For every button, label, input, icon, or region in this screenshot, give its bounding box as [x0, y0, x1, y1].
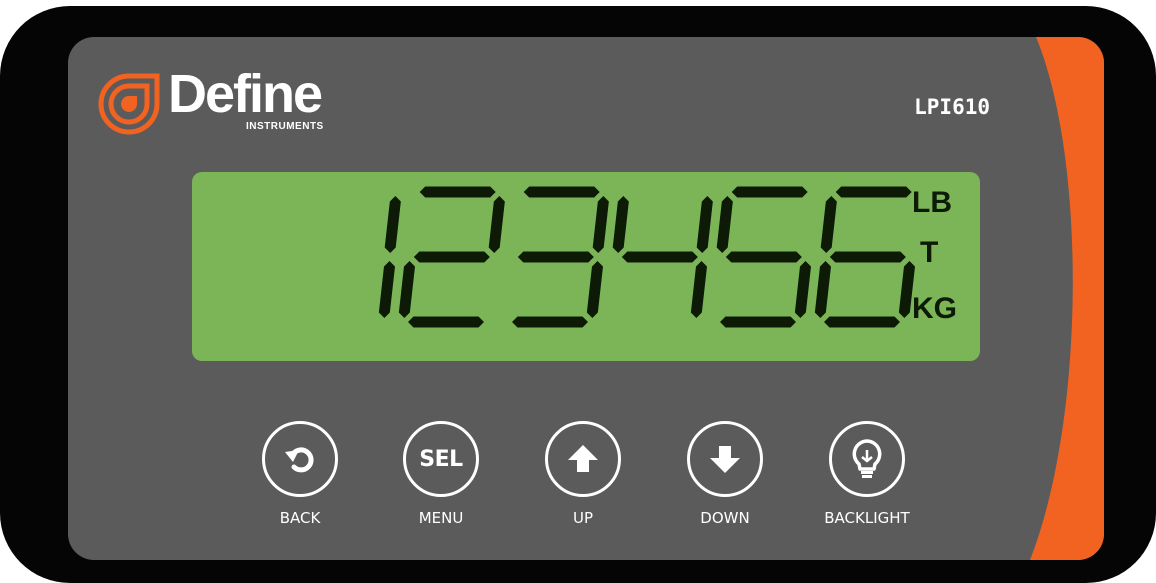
down-arrow-icon	[710, 446, 740, 473]
segment-f	[820, 196, 837, 253]
segment-c	[690, 261, 707, 318]
digit-4	[612, 196, 713, 318]
up-button-label: UP	[572, 509, 594, 527]
up-arrow-icon	[568, 445, 598, 472]
seven-segment-readout	[378, 186, 915, 328]
back-button[interactable]	[262, 421, 338, 497]
segment-a	[731, 186, 808, 198]
digit-5	[716, 186, 811, 328]
segment-c	[794, 261, 811, 318]
back-button-label: BACK	[279, 509, 321, 527]
segment-a	[523, 186, 600, 198]
segment-f	[716, 196, 733, 253]
digit-1	[378, 196, 401, 318]
lcd-display: LB T KG	[192, 172, 980, 361]
front-panel: Define INSTRUMENTS LPI610 LB T KG BACK S…	[68, 37, 1104, 560]
segment-d	[512, 316, 588, 328]
menu-button-label: MENU	[418, 509, 464, 527]
segment-g	[413, 251, 490, 263]
segment-c	[586, 261, 603, 318]
digit-3	[512, 186, 609, 328]
model-number: LPI610	[914, 95, 990, 119]
brand-tagline: INSTRUMENTS	[246, 121, 324, 132]
segment-a	[419, 186, 496, 198]
segment-e	[398, 261, 415, 318]
segment-b	[696, 196, 713, 253]
brand-name: Define	[168, 64, 323, 124]
segment-a	[835, 186, 912, 198]
unit-kg: KG	[912, 292, 957, 325]
up-button[interactable]	[545, 421, 621, 497]
select-button-text: SEL	[419, 446, 463, 472]
segment-e	[814, 261, 831, 318]
down-button[interactable]	[687, 421, 763, 497]
unit-lb: LB	[912, 186, 952, 219]
segment-d	[824, 316, 900, 328]
lightbulb-icon	[852, 439, 882, 478]
segment-b	[488, 196, 505, 253]
segment-g	[621, 251, 698, 263]
segment-g	[829, 251, 906, 263]
backlight-button[interactable]	[829, 421, 905, 497]
digit-2	[398, 186, 505, 328]
segment-g	[517, 251, 594, 263]
segment-d	[720, 316, 796, 328]
segment-g	[725, 251, 802, 263]
down-button-label: DOWN	[700, 509, 750, 527]
digit-6	[814, 186, 915, 328]
unit-t: T	[920, 236, 939, 269]
segment-c	[378, 261, 395, 318]
define-logo-icon	[98, 73, 160, 135]
select-button[interactable]: SEL	[403, 421, 479, 497]
backlight-button-label: BACKLIGHT	[824, 509, 910, 527]
segment-f	[612, 196, 629, 253]
back-arrow-icon	[285, 447, 314, 473]
segment-b	[592, 196, 609, 253]
segment-b	[384, 196, 401, 253]
brand-logo: Define INSTRUMENTS	[98, 64, 398, 139]
segment-d	[408, 316, 484, 328]
